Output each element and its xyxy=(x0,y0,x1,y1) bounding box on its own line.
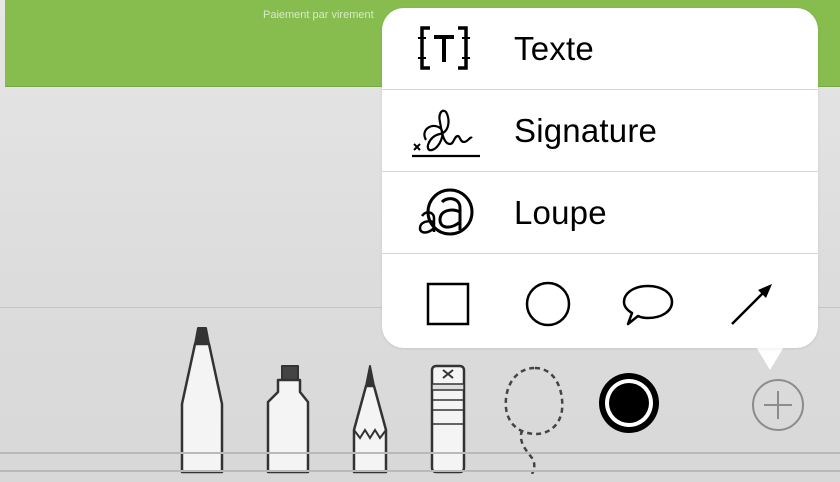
add-icon[interactable] xyxy=(750,377,806,433)
menu-item-signature[interactable]: Signature xyxy=(382,90,818,172)
speech-bubble-shape-icon[interactable] xyxy=(622,278,674,330)
menu-item-label: Signature xyxy=(514,112,658,149)
highlighter-icon[interactable] xyxy=(264,364,314,474)
magnifier-loupe-icon xyxy=(418,188,474,236)
menu-item-text[interactable]: Texte xyxy=(382,8,818,90)
menu-item-label: Texte xyxy=(514,30,594,67)
circle-shape-icon[interactable] xyxy=(522,278,574,330)
text-box-icon xyxy=(418,26,470,70)
pencil-icon[interactable] xyxy=(350,364,390,474)
lasso-icon[interactable] xyxy=(500,364,570,474)
add-annotation-popover: Texte Signature Loupe xyxy=(382,8,818,348)
tray-line xyxy=(0,452,840,454)
markup-screen: Paiement par virement Texte Signature Lo… xyxy=(0,0,840,482)
square-shape-icon[interactable] xyxy=(422,278,474,330)
tray-line xyxy=(0,470,840,472)
document-strip-text: Paiement par virement xyxy=(263,9,374,21)
shapes-row xyxy=(382,252,818,348)
eraser-icon[interactable] xyxy=(428,364,468,474)
color-picker-icon[interactable] xyxy=(596,370,662,436)
signature-icon xyxy=(412,109,480,158)
menu-item-loupe[interactable]: Loupe xyxy=(382,172,818,254)
arrow-shape-icon[interactable] xyxy=(726,278,778,330)
menu-item-label: Loupe xyxy=(514,194,607,231)
